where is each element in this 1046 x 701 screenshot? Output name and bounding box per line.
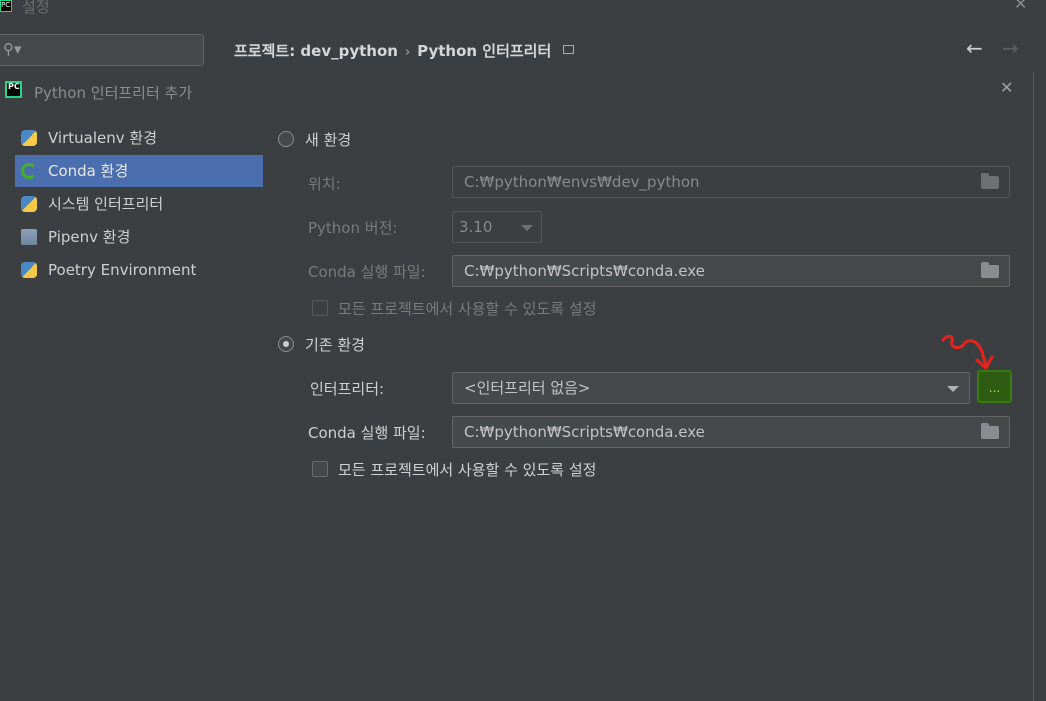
env-type-label: Conda 환경 [48,162,129,180]
location-value: C:₩python₩envs₩dev_python [464,173,700,191]
window-close-icon[interactable]: ✕ [1014,0,1027,13]
search-icon[interactable]: ⚲▾ [3,40,22,58]
python-icon [21,196,37,212]
conda-icon [21,163,37,179]
existing-env-label: 기존 환경 [305,336,365,354]
python-version-select[interactable]: 3.10 [452,211,542,243]
existing-conda-exe-label: Conda 실행 파일: [308,424,426,442]
new-env-label: 새 환경 [305,131,352,149]
python-version-value: 3.10 [459,218,493,236]
new-env-share-checkbox[interactable] [312,300,328,316]
new-conda-exe-value: C:₩python₩Scripts₩conda.exe [464,262,705,280]
env-type-label: Pipenv 환경 [48,228,131,246]
env-type-virtualenv[interactable]: Virtualenv 환경 [15,122,263,154]
location-label: 위치: [308,175,341,193]
dialog-close-icon[interactable]: ✕ [1000,78,1013,97]
existing-env-share-label: 모든 프로젝트에서 사용할 수 있도록 설정 [338,461,597,479]
pipenv-icon [21,229,37,245]
env-type-pipenv[interactable]: Pipenv 환경 [15,221,263,253]
python-icon [21,130,37,146]
interpreter-value: <인터프리터 없음> [464,379,591,397]
folder-icon[interactable] [981,262,999,278]
new-env-radio[interactable] [278,131,294,147]
new-env-share-label: 모든 프로젝트에서 사용할 수 있도록 설정 [338,300,597,318]
dialog-title: Python 인터프리터 추가 [34,84,193,102]
env-type-conda[interactable]: Conda 환경 [15,155,263,187]
python-version-label: Python 버전: [308,219,398,237]
env-type-poetry[interactable]: Poetry Environment [15,254,263,286]
browse-interpreter-button[interactable]: ... [977,370,1012,403]
existing-conda-exe-field[interactable]: C:₩python₩Scripts₩conda.exe [452,416,1010,448]
new-conda-exe-label: Conda 실행 파일: [308,263,426,281]
env-type-label: 시스템 인터프리터 [48,195,164,213]
document-icon [563,45,575,54]
existing-conda-exe-value: C:₩python₩Scripts₩conda.exe [464,423,705,441]
settings-search-input[interactable] [0,34,204,66]
window-title: 설정 [22,0,50,16]
back-arrow-icon[interactable]: ← [966,36,983,60]
env-type-label: Virtualenv 환경 [48,129,157,147]
breadcrumb: 프로젝트: dev_python › Python 인터프리터 [234,40,575,61]
dialog-border [1033,72,1034,701]
breadcrumb-interpreter: Python 인터프리터 [417,42,552,60]
location-field[interactable]: C:₩python₩envs₩dev_python [452,166,1010,198]
red-arrow-annotation [941,334,994,370]
interpreter-label: 인터프리터: [310,380,385,398]
pycharm-logo-icon: PC [5,81,22,98]
interpreter-select[interactable]: <인터프리터 없음> [452,372,970,404]
forward-arrow-icon[interactable]: → [1002,36,1019,60]
env-type-label: Poetry Environment [48,261,197,279]
chevron-down-icon [947,386,959,392]
pycharm-logo-icon: PC [0,0,12,12]
existing-env-radio[interactable] [278,336,294,352]
env-type-system[interactable]: 시스템 인터프리터 [15,188,263,220]
new-conda-exe-field[interactable]: C:₩python₩Scripts₩conda.exe [452,255,1010,287]
folder-icon[interactable] [981,173,999,189]
breadcrumb-separator-icon: › [404,45,411,60]
title-bar [0,0,1046,16]
python-icon [21,262,37,278]
chevron-down-icon [521,225,533,231]
breadcrumb-project[interactable]: 프로젝트: dev_python [234,40,398,61]
existing-env-share-checkbox[interactable] [312,461,328,477]
folder-icon[interactable] [981,423,999,439]
